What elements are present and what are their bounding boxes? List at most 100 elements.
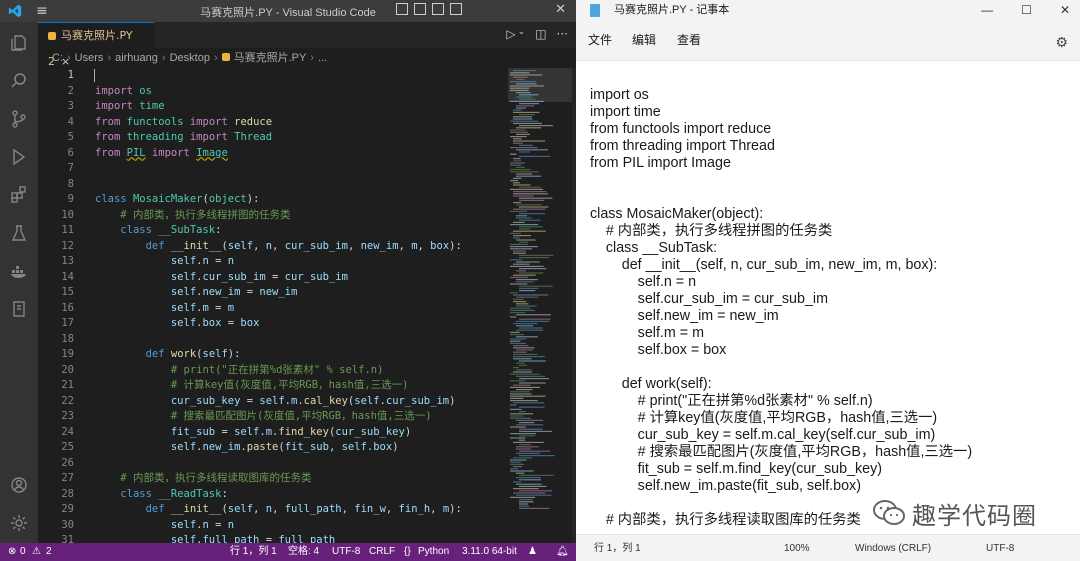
notepad-text-line: import time	[590, 104, 661, 120]
source-control-icon[interactable]	[0, 100, 38, 138]
minimize-icon[interactable]: —	[981, 0, 993, 20]
code-line[interactable]: 31 self.full_path = full_path	[38, 533, 508, 543]
code-text: self.cur_sub_im = cur_sub_im	[170, 270, 348, 283]
code-line[interactable]: 28 class __ReadTask:	[38, 487, 508, 503]
search-icon[interactable]	[0, 62, 38, 100]
toggle-panel-icon[interactable]	[414, 3, 426, 15]
close-icon[interactable]: ✕	[1060, 0, 1070, 20]
menu-edit[interactable]: 编辑	[632, 28, 656, 52]
code-line[interactable]: 12 def __init__(self, n, cur_sub_im, new…	[38, 239, 508, 255]
remote-explorer-icon[interactable]	[0, 290, 38, 328]
line-number: 8	[67, 177, 74, 190]
vscode-close-icon[interactable]: ✕	[555, 2, 566, 17]
line-number: 2	[67, 84, 74, 97]
layout-controls	[396, 3, 462, 15]
code-line[interactable]: 10 # 内部类，执行多线程拼图的任务类	[38, 208, 508, 224]
code-text: def work(self):	[145, 348, 241, 360]
code-line[interactable]: 11 class __SubTask:	[38, 223, 508, 239]
breadcrumb-item[interactable]: C:	[52, 52, 63, 64]
code-line[interactable]: 20 # print("正在拼第%d张素材" % self.n)	[38, 363, 508, 379]
docker-icon[interactable]	[0, 252, 38, 290]
code-line[interactable]: 3 import time	[38, 99, 508, 115]
code-line[interactable]: 7	[38, 161, 508, 177]
code-line[interactable]: 27 # 内部类，执行多线程读取图库的任务类	[38, 471, 508, 487]
breadcrumb-item[interactable]: ...	[318, 52, 327, 64]
code-line[interactable]: 14 self.cur_sub_im = cur_sub_im	[38, 270, 508, 286]
code-line[interactable]: 1	[38, 68, 508, 84]
code-line[interactable]: 6 from PIL import Image	[38, 146, 508, 162]
notepad-text-line: cur_sub_key = self.m.cal_key(self.cur_su…	[590, 427, 936, 443]
code-line[interactable]: 26	[38, 456, 508, 472]
warning-count[interactable]: 2	[46, 543, 52, 561]
extensions-icon[interactable]	[0, 176, 38, 214]
split-editor-icon[interactable]: ◫	[535, 27, 546, 41]
line-number: 3	[67, 100, 74, 112]
code-text: def __init__(self, n, cur_sub_im, new_im…	[145, 239, 462, 252]
code-line[interactable]: 22 cur_sub_key = self.m.cal_key(self.cur…	[38, 394, 508, 410]
breadcrumb-item[interactable]: 马赛克照片.PY	[234, 52, 307, 64]
notepad-text-line: # 计算key值(灰度值,平均RGB，hash值,三选一)	[590, 410, 938, 426]
explorer-icon[interactable]	[0, 24, 38, 62]
line-number: 15	[61, 286, 74, 298]
minimap[interactable]	[508, 68, 572, 543]
vscode-titlebar: ≡ 马赛克照片.PY - Visual Studio Code ✕	[0, 0, 576, 22]
code-line[interactable]: 21 # 计算key值(灰度值,平均RGB，hash值,三选一)	[38, 378, 508, 394]
cursor-position[interactable]: 行 1，列 1	[230, 543, 277, 561]
menu-view[interactable]: 查看	[677, 28, 701, 52]
file-encoding[interactable]: UTF-8	[332, 543, 360, 561]
language-mode[interactable]: Python	[418, 543, 449, 561]
warnings-icon[interactable]: ⚠	[32, 543, 41, 561]
code-line[interactable]: 5 from threading import Thread	[38, 130, 508, 146]
errors-icon[interactable]: ⊗	[8, 543, 16, 561]
code-text: # 内部类，执行多线程读取图库的任务类	[120, 472, 312, 484]
python-interpreter[interactable]: 3.11.0 64-bit	[462, 543, 517, 561]
feedback-icon[interactable]: ♟	[528, 543, 537, 561]
end-of-line[interactable]: CRLF	[369, 543, 395, 561]
run-python-icon[interactable]: ▷	[506, 27, 515, 41]
line-number: 20	[61, 363, 74, 376]
code-editor[interactable]: 1 2 import os 3 import time 4 from functools i…	[38, 68, 508, 543]
wechat-logo-icon	[873, 500, 905, 525]
code-text: cur_sub_key = self.m.cal_key(self.cur_su…	[170, 394, 456, 407]
toggle-sidebar-icon[interactable]	[396, 3, 408, 15]
customize-layout-icon[interactable]	[450, 3, 462, 15]
run-dropdown-chevron-icon[interactable]: ⌄	[518, 27, 526, 41]
line-number: 24	[61, 425, 74, 438]
breadcrumb-item[interactable]: Desktop	[170, 52, 210, 64]
code-text: class __ReadTask:	[120, 487, 228, 500]
notifications-bell-icon[interactable]: 🔔︎	[556, 543, 569, 561]
code-line[interactable]: 19 def work(self):	[38, 347, 508, 363]
maximize-icon[interactable]: ☐	[1021, 0, 1032, 20]
tab-mosaic-py[interactable]: 马赛克照片.PY 2 ×	[38, 22, 154, 68]
menu-file[interactable]: 文件	[588, 28, 612, 52]
code-line[interactable]: 13 self.n = n	[38, 254, 508, 270]
error-count[interactable]: 0	[20, 543, 26, 561]
watermark-text: 趣学代码圈	[912, 501, 1037, 530]
notepad-text-line: self.box = box	[590, 342, 727, 358]
breadcrumb-item[interactable]: Users	[75, 52, 104, 64]
code-line[interactable]: 30 self.n = n	[38, 518, 508, 534]
code-line[interactable]: 29 def __init__(self, n, full_path, fin_…	[38, 502, 508, 518]
code-line[interactable]: 4 from functools import reduce	[38, 115, 508, 131]
code-line[interactable]: 24 fit_sub = self.m.find_key(cur_sub_key…	[38, 425, 508, 441]
np-line-ending: Windows (CRLF)	[855, 543, 932, 554]
notepad-text-area[interactable]: import os import time from functools impor…	[576, 60, 1080, 534]
code-line[interactable]: 17 self.box = box	[38, 316, 508, 332]
indentation[interactable]: 空格: 4	[288, 543, 319, 561]
breadcrumb-item[interactable]: airhuang	[115, 52, 158, 64]
accounts-icon[interactable]	[0, 466, 38, 504]
manage-gear-icon[interactable]	[0, 504, 38, 542]
code-line[interactable]: 23 # 搜索最匹配图片(灰度值,平均RGB，hash值,三选一)	[38, 409, 508, 425]
run-debug-icon[interactable]	[0, 138, 38, 176]
more-actions-icon[interactable]: ···	[557, 27, 568, 41]
code-line[interactable]: 18	[38, 332, 508, 348]
code-line[interactable]: 25 self.new_im.paste(fit_sub, self.box)	[38, 440, 508, 456]
code-line[interactable]: 16 self.m = m	[38, 301, 508, 317]
testing-icon[interactable]	[0, 214, 38, 252]
code-line[interactable]: 15 self.new_im = new_im	[38, 285, 508, 301]
code-line[interactable]: 9 class MosaicMaker(object):	[38, 192, 508, 208]
code-line[interactable]: 8	[38, 177, 508, 193]
toggle-secondary-sidebar-icon[interactable]	[432, 3, 444, 15]
settings-gear-icon[interactable]: ⚙	[1055, 30, 1068, 54]
code-line[interactable]: 2 import os	[38, 84, 508, 100]
